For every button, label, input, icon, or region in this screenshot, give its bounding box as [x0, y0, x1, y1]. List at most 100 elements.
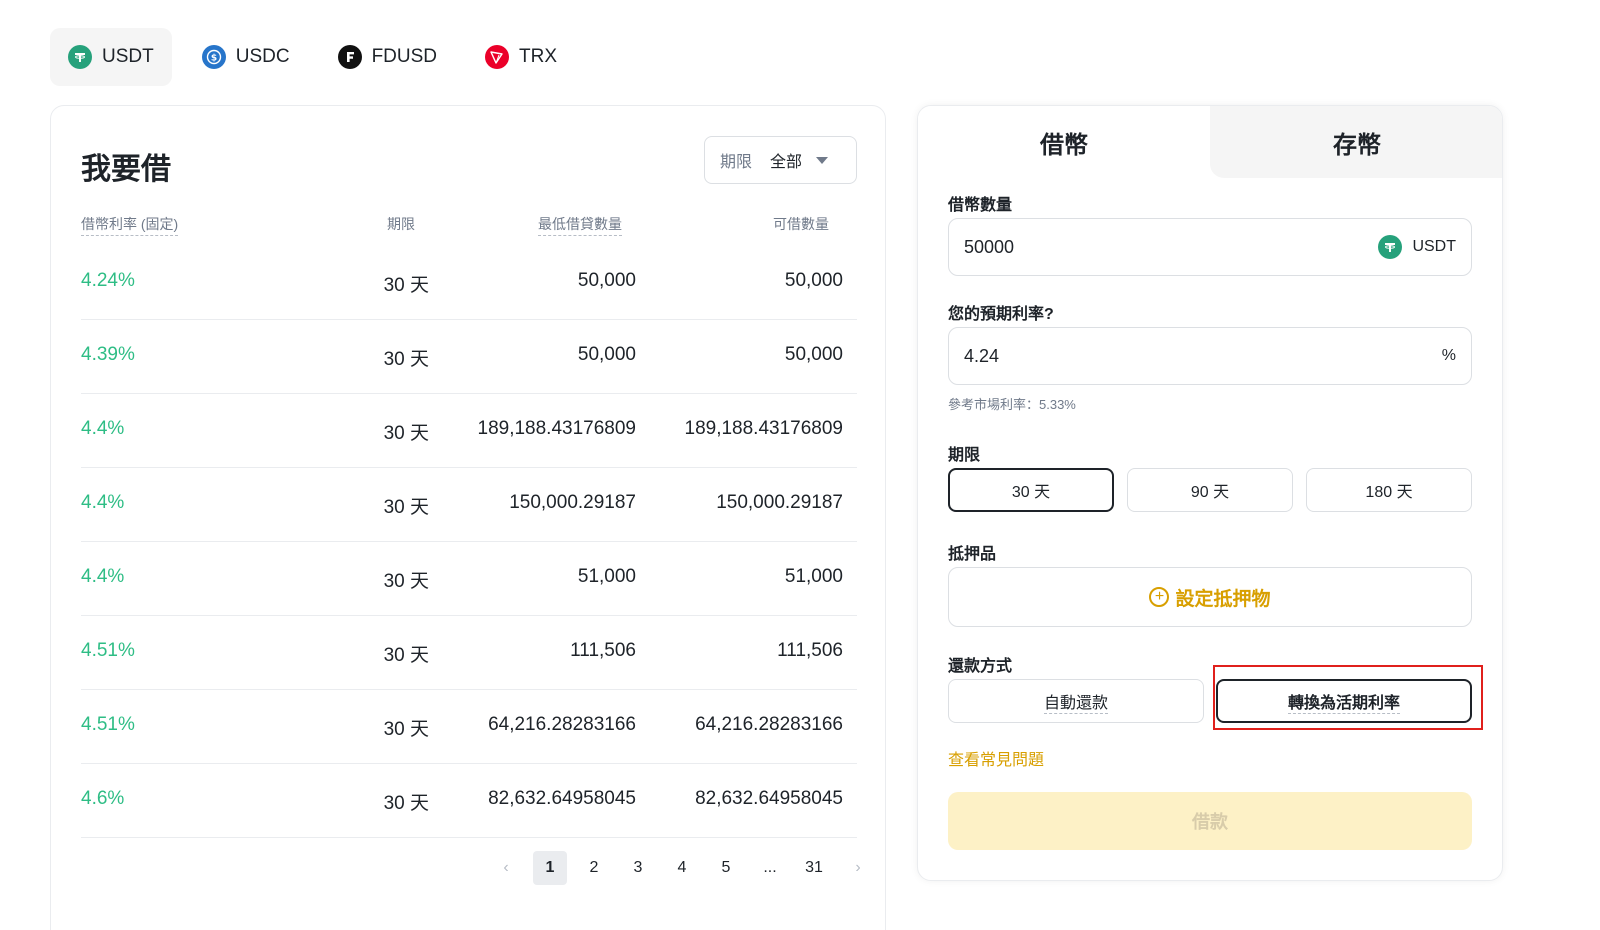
table-header: 借幣利率 (固定) 期限 最低借貸數量 可借數量	[81, 214, 843, 238]
usdc-icon: $	[201, 45, 226, 69]
page-button-3[interactable]: 3	[621, 851, 655, 885]
coin-tab-usdc[interactable]: $ USDC	[184, 28, 308, 86]
available-cell: 111,506	[777, 640, 843, 661]
term-option-30[interactable]: 30 天	[948, 468, 1114, 512]
borrow-offers-panel: 我要借 期限 全部 借幣利率 (固定) 期限 最低借貸數量 可借數量 4.24%…	[50, 105, 886, 930]
amount-field: USDT	[948, 218, 1472, 276]
chevron-left-icon[interactable]: ‹	[489, 851, 523, 885]
borrow-submit-button[interactable]: 借款	[948, 792, 1472, 850]
term-cell: 30 天	[383, 275, 429, 296]
term-cell: 30 天	[383, 423, 429, 444]
term-cell: 30 天	[383, 719, 429, 740]
table-row[interactable]: 4.4% 30 天 51,000 51,000	[81, 542, 857, 616]
page-button-2[interactable]: 2	[577, 851, 611, 885]
available-cell: 82,632.64958045	[695, 788, 843, 809]
expected-rate-input[interactable]	[964, 345, 1442, 367]
column-header-rate[interactable]: 借幣利率 (固定)	[81, 214, 179, 236]
borrow-amount-input[interactable]	[964, 236, 1379, 258]
highlight-box	[1213, 665, 1483, 730]
repay-option-label: 自動還款	[1043, 689, 1108, 714]
table-row[interactable]: 4.4% 30 天 150,000.29187 150,000.29187	[81, 468, 857, 542]
rate-cell: 4.4%	[81, 418, 125, 439]
amount-label: 借幣數量	[948, 197, 1013, 214]
min-amount-cell: 82,632.64958045	[488, 788, 636, 809]
term-cell: 30 天	[383, 349, 429, 370]
page-button-1[interactable]: 1	[533, 851, 567, 885]
repay-option-auto[interactable]: 自動還款	[948, 679, 1204, 723]
usdt-icon	[68, 45, 92, 69]
tab-deposit[interactable]: 存幣	[1210, 106, 1502, 178]
min-amount-cell: 189,188.43176809	[477, 418, 637, 439]
faq-link[interactable]: 查看常見問題	[948, 746, 1044, 770]
coin-tab-fdusd[interactable]: FDUSD	[320, 28, 455, 86]
usdt-icon	[1378, 235, 1403, 259]
coin-tab-trx[interactable]: TRX	[467, 28, 575, 86]
min-amount-cell: 64,216.28283166	[488, 714, 636, 735]
term-options: 30 天 90 天 180 天	[948, 468, 1472, 512]
svg-text:$: $	[211, 54, 217, 64]
tab-borrow[interactable]: 借幣	[918, 106, 1210, 178]
page-button-4[interactable]: 4	[665, 851, 699, 885]
available-cell: 64,216.28283166	[695, 714, 843, 735]
amount-coin-label: USDT	[1412, 238, 1456, 255]
term-cell: 30 天	[383, 645, 429, 666]
term-cell: 30 天	[383, 793, 429, 814]
available-cell: 50,000	[784, 270, 843, 291]
rate-field: %	[948, 327, 1472, 385]
available-cell: 150,000.29187	[716, 492, 843, 513]
coin-tab-label: USDC	[235, 46, 290, 67]
coin-tab-usdt[interactable]: USDT	[50, 28, 172, 86]
column-header-min-amount[interactable]: 最低借貸數量	[538, 214, 622, 236]
set-collateral-label: 設定抵押物	[1175, 588, 1271, 610]
rate-cell: 4.39%	[81, 344, 135, 365]
rate-cell: 4.51%	[81, 640, 135, 661]
rate-cell: 4.4%	[81, 492, 125, 513]
page-ellipsis[interactable]: ...	[753, 851, 787, 885]
page-button-5[interactable]: 5	[709, 851, 743, 885]
rate-cell: 4.6%	[81, 788, 125, 809]
min-amount-cell: 150,000.29187	[509, 492, 636, 513]
page-button-31[interactable]: 31	[797, 851, 831, 885]
mode-tabs: 借幣 存幣	[918, 106, 1502, 178]
caret-down-icon	[816, 156, 829, 164]
repay-label: 還款方式	[948, 658, 1013, 675]
percent-unit: %	[1441, 347, 1456, 364]
table-row[interactable]: 4.24% 30 天 50,000 50,000	[81, 246, 857, 320]
column-header-term: 期限	[387, 216, 415, 232]
set-collateral-button[interactable]: + 設定抵押物	[948, 567, 1472, 627]
term-filter-dropdown[interactable]: 期限 全部	[704, 136, 857, 184]
available-cell: 50,000	[784, 344, 843, 365]
rate-cell: 4.51%	[81, 714, 135, 735]
table-row[interactable]: 4.4% 30 天 189,188.43176809 189,188.43176…	[81, 394, 857, 468]
coin-tab-label: USDT	[102, 46, 154, 67]
trx-icon	[485, 45, 510, 69]
table-row[interactable]: 4.6% 30 天 82,632.64958045 82,632.6495804…	[81, 764, 857, 838]
term-label: 期限	[948, 447, 981, 464]
pagination: ‹ 1 2 3 4 5 ... 31 ›	[489, 851, 885, 885]
table-row[interactable]: 4.51% 30 天 111,506 111,506	[81, 616, 857, 690]
panel-title: 我要借	[81, 153, 171, 186]
rate-cell: 4.4%	[81, 566, 125, 587]
term-option-180[interactable]: 180 天	[1306, 468, 1472, 512]
offers-table: 4.24% 30 天 50,000 50,000 4.39% 30 天 50,0…	[81, 246, 857, 838]
plus-circle-icon: +	[1149, 587, 1170, 607]
coin-tab-label: FDUSD	[371, 46, 438, 67]
table-row[interactable]: 4.51% 30 天 64,216.28283166 64,216.282831…	[81, 690, 857, 764]
market-rate-hint: 參考市場利率：5.33%	[948, 397, 1076, 412]
table-row[interactable]: 4.39% 30 天 50,000 50,000	[81, 320, 857, 394]
min-amount-cell: 50,000	[577, 270, 636, 291]
min-amount-cell: 51,000	[577, 566, 636, 587]
term-option-90[interactable]: 90 天	[1127, 468, 1293, 512]
term-filter-value: 全部	[770, 154, 803, 171]
available-cell: 51,000	[784, 566, 843, 587]
term-filter-label: 期限	[720, 154, 753, 171]
min-amount-cell: 111,506	[570, 640, 636, 661]
rate-cell: 4.24%	[81, 270, 135, 291]
column-header-available: 可借數量	[773, 216, 829, 232]
amount-coin: USDT	[1378, 235, 1456, 259]
chevron-right-icon[interactable]: ›	[841, 851, 875, 885]
available-cell: 189,188.43176809	[684, 418, 844, 439]
borrow-form-panel: 借幣 存幣 借幣數量 USDT 您的預期利率? % 參考市場利率：5.33% 期…	[917, 105, 1503, 881]
coin-tab-label: TRX	[519, 46, 558, 67]
collateral-label: 抵押品	[948, 546, 997, 563]
